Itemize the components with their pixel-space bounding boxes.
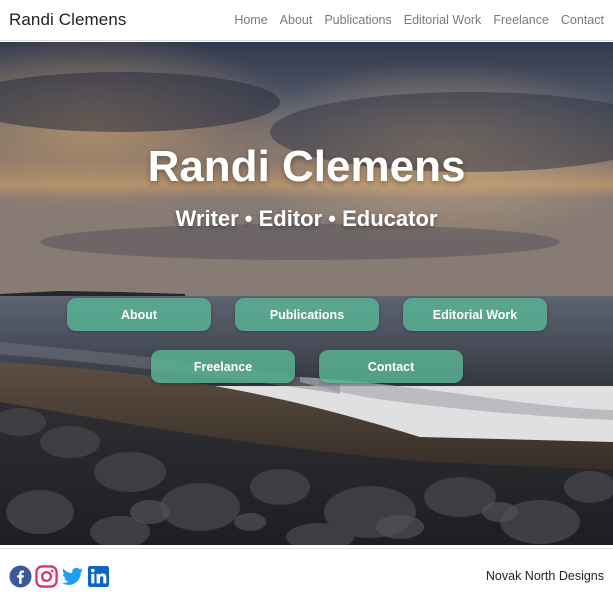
hero-title: Randi Clemens	[147, 142, 466, 191]
top-navbar: Randi Clemens Home About Publications Ed…	[0, 0, 613, 41]
nav-home[interactable]: Home	[234, 13, 267, 27]
hero-subtitle: Writer • Editor • Educator	[175, 206, 438, 231]
editorial-work-button[interactable]: Editorial Work	[403, 298, 547, 331]
linkedin-icon[interactable]	[87, 565, 110, 588]
nav-links: Home About Publications Editorial Work F…	[234, 13, 604, 27]
nav-editorial-work[interactable]: Editorial Work	[404, 13, 482, 27]
instagram-icon[interactable]	[35, 564, 58, 588]
nav-publications[interactable]: Publications	[324, 13, 391, 27]
freelance-button[interactable]: Freelance	[151, 350, 295, 383]
footer-credit: Novak North Designs	[485, 569, 604, 583]
about-button[interactable]: About	[67, 298, 211, 331]
hero-section: Randi Clemens Writer • Editor • Educator…	[0, 42, 613, 545]
contact-button[interactable]: Contact	[319, 350, 463, 383]
social-links	[9, 564, 110, 588]
nav-contact[interactable]: Contact	[561, 13, 604, 27]
nav-about[interactable]: About	[280, 13, 313, 27]
nav-freelance[interactable]: Freelance	[493, 13, 549, 27]
brand-link[interactable]: Randi Clemens	[9, 10, 127, 30]
twitter-icon[interactable]	[61, 565, 84, 588]
facebook-icon[interactable]	[9, 564, 32, 588]
publications-button[interactable]: Publications	[235, 298, 379, 331]
page-footer: Novak North Designs	[0, 548, 613, 603]
hero-background-image	[0, 42, 613, 545]
